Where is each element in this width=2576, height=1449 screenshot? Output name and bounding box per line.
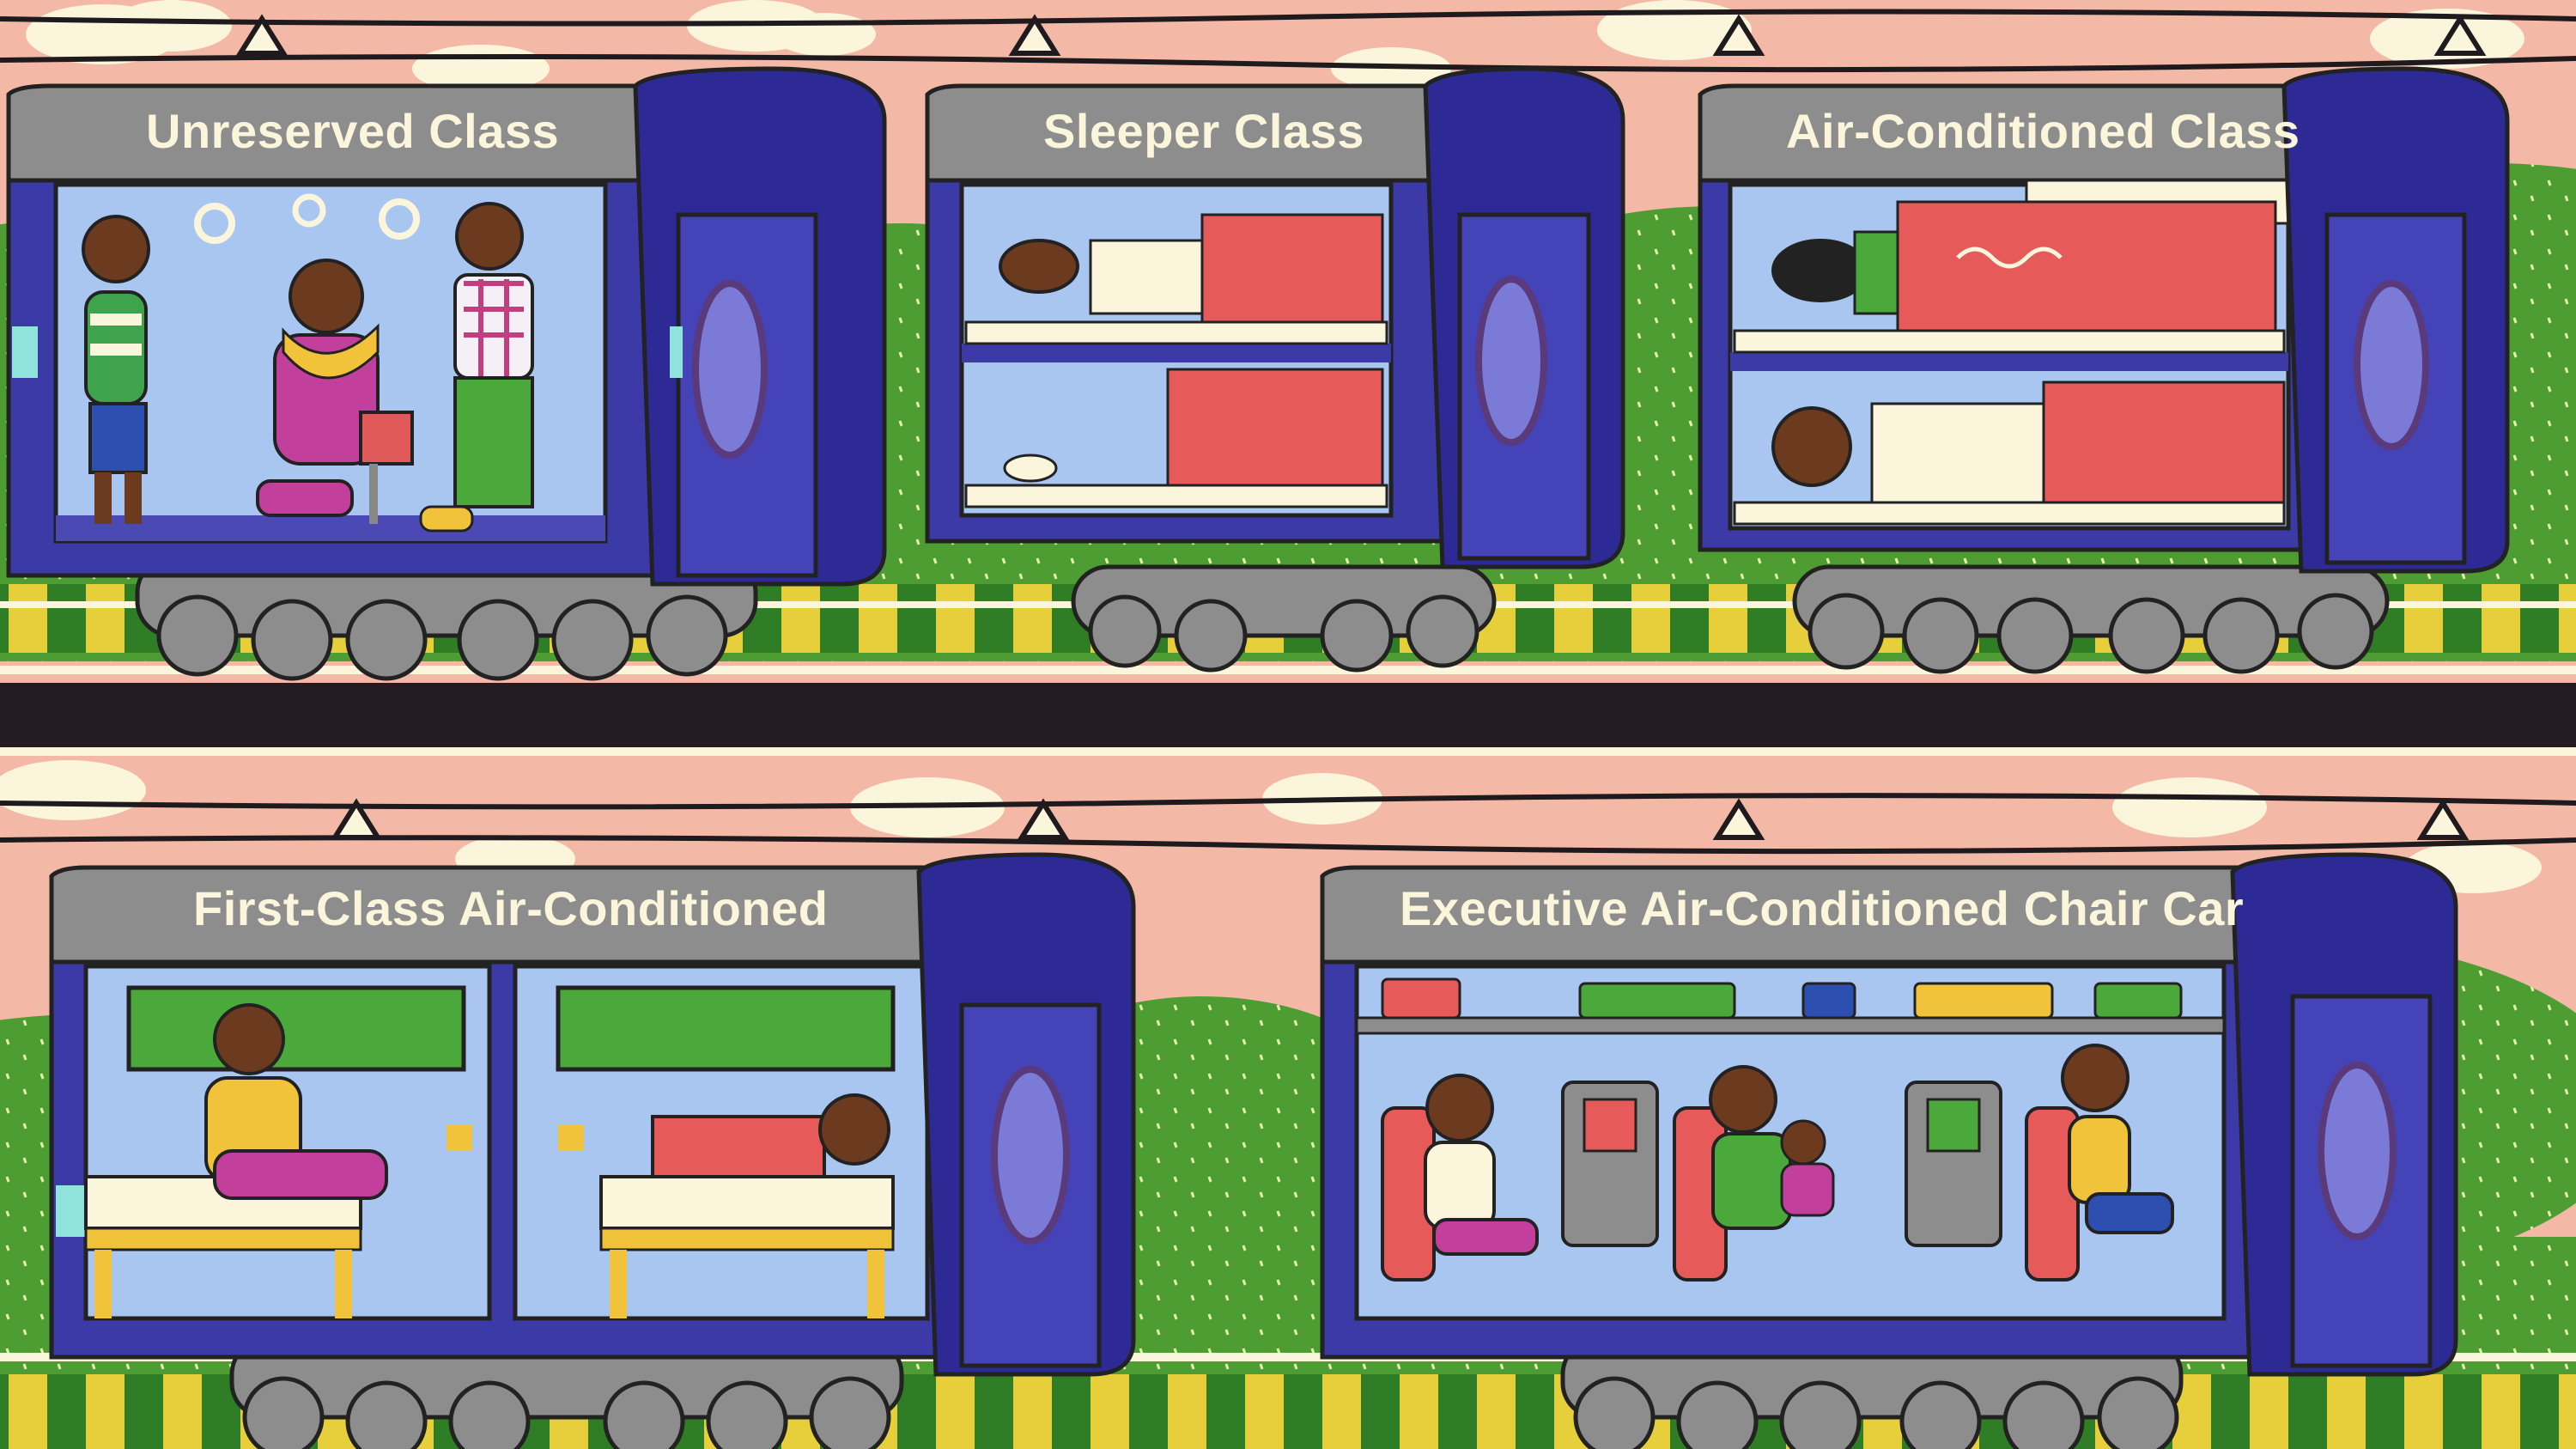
label-unreserved-class: Unreserved Class <box>146 104 560 158</box>
scene-drawing <box>0 0 2576 1449</box>
label-first-class-air-conditioned: First-Class Air-Conditioned <box>193 881 829 935</box>
train-class-illustration: Unreserved Class Sleeper Class Air-Condi… <box>0 0 2576 1449</box>
label-air-conditioned-class: Air-Conditioned Class <box>1786 104 2300 158</box>
carriage-unreserved <box>6 66 887 681</box>
label-executive-chair-car: Executive Air-Conditioned Chair Car <box>1400 881 2245 935</box>
label-sleeper-class: Sleeper Class <box>1043 104 1364 158</box>
